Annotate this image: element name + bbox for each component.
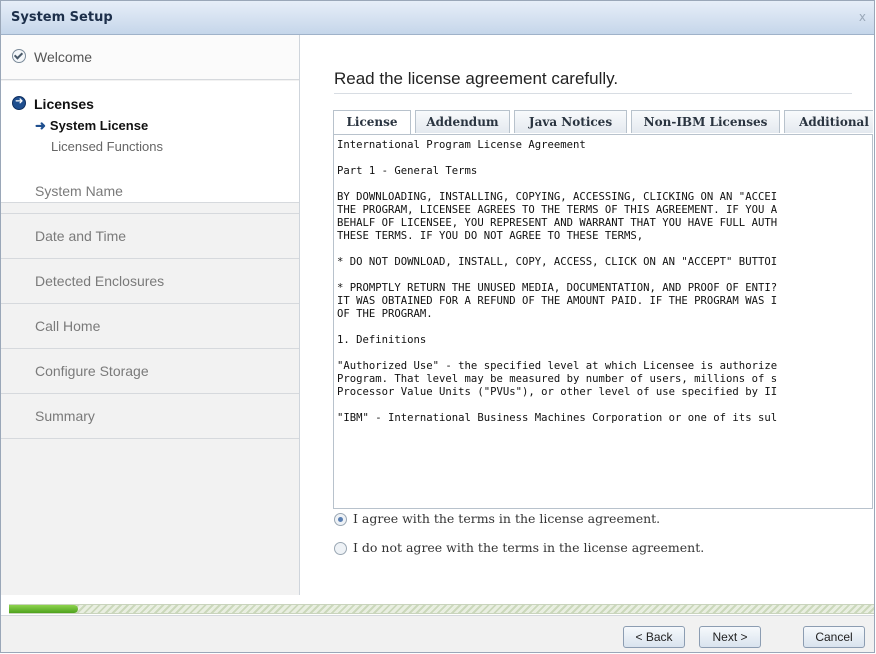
progress-fill <box>9 605 79 613</box>
disagree-radio[interactable] <box>334 542 347 555</box>
wizard-footer: < Back Next > Cancel <box>1 615 874 652</box>
agree-radio[interactable] <box>334 513 347 526</box>
sidebar-subitem-label: System License <box>49 118 149 133</box>
system-setup-window: System Setup x Welcome Licenses ➜System … <box>0 0 875 653</box>
tab-license[interactable]: License <box>333 110 411 134</box>
sidebar-item-label: Licenses <box>34 96 94 112</box>
sidebar-item-welcome[interactable]: Welcome <box>1 35 299 80</box>
arrow-circle-icon <box>12 96 26 110</box>
agree-label: I agree with the terms in the license ag… <box>353 511 661 526</box>
title-bar: System Setup x <box>1 1 874 35</box>
sidebar-item-date-and-time[interactable]: Date and Time <box>1 214 299 259</box>
sidebar-item-summary[interactable]: Summary <box>1 394 299 439</box>
tab-java-notices[interactable]: Java Notices <box>514 110 627 133</box>
sidebar-item-label: Date and Time <box>35 228 127 244</box>
page-title: Read the license agreement carefully. <box>334 69 619 88</box>
tab-addendum[interactable]: Addendum <box>415 110 510 133</box>
tab-additional[interactable]: Additional <box>784 110 873 133</box>
sidebar-item-label: System Name <box>35 183 123 199</box>
tab-non-ibm-licenses[interactable]: Non-IBM Licenses <box>631 110 780 133</box>
sidebar-item-label: Summary <box>35 408 95 424</box>
main-content: Read the license agreement carefully. Li… <box>300 35 874 595</box>
sidebar-item-label: Detected Enclosures <box>35 273 165 289</box>
license-text-area[interactable]: International Program License Agreement … <box>333 134 873 509</box>
agree-option[interactable]: I agree with the terms in the license ag… <box>334 511 660 526</box>
sidebar-item-detected-enclosures[interactable]: Detected Enclosures <box>1 259 299 304</box>
sidebar-item-system-name[interactable]: System Name <box>1 169 299 214</box>
sidebar-item-call-home[interactable]: Call Home <box>1 304 299 349</box>
wizard-sidebar: Welcome Licenses ➜System License License… <box>1 35 300 595</box>
sidebar-subitem-licensed-functions[interactable]: Licensed Functions <box>51 139 163 154</box>
sidebar-item-label: Welcome <box>34 49 93 65</box>
license-tabs: License Addendum Java Notices Non-IBM Li… <box>333 110 873 134</box>
arrow-right-icon: ➜ <box>35 118 46 133</box>
cancel-button[interactable]: Cancel <box>803 626 865 648</box>
disagree-option[interactable]: I do not agree with the terms in the lic… <box>334 540 704 555</box>
window-title: System Setup <box>11 10 113 25</box>
next-button[interactable]: Next > <box>699 626 761 648</box>
sidebar-item-configure-storage[interactable]: Configure Storage <box>1 349 299 394</box>
check-circle-icon <box>12 49 26 63</box>
sidebar-item-label: Call Home <box>35 318 101 334</box>
sidebar-item-label: Configure Storage <box>35 363 149 379</box>
close-icon[interactable]: x <box>859 10 866 24</box>
back-button[interactable]: < Back <box>623 626 685 648</box>
sidebar-subitem-label: Licensed Functions <box>51 139 164 154</box>
setup-progress-bar <box>9 604 874 614</box>
divider <box>334 93 852 94</box>
license-text: International Program License Agreement … <box>337 139 778 424</box>
sidebar-subitem-system-license[interactable]: ➜ System License <box>35 118 148 134</box>
disagree-label: I do not agree with the terms in the lic… <box>353 540 705 555</box>
